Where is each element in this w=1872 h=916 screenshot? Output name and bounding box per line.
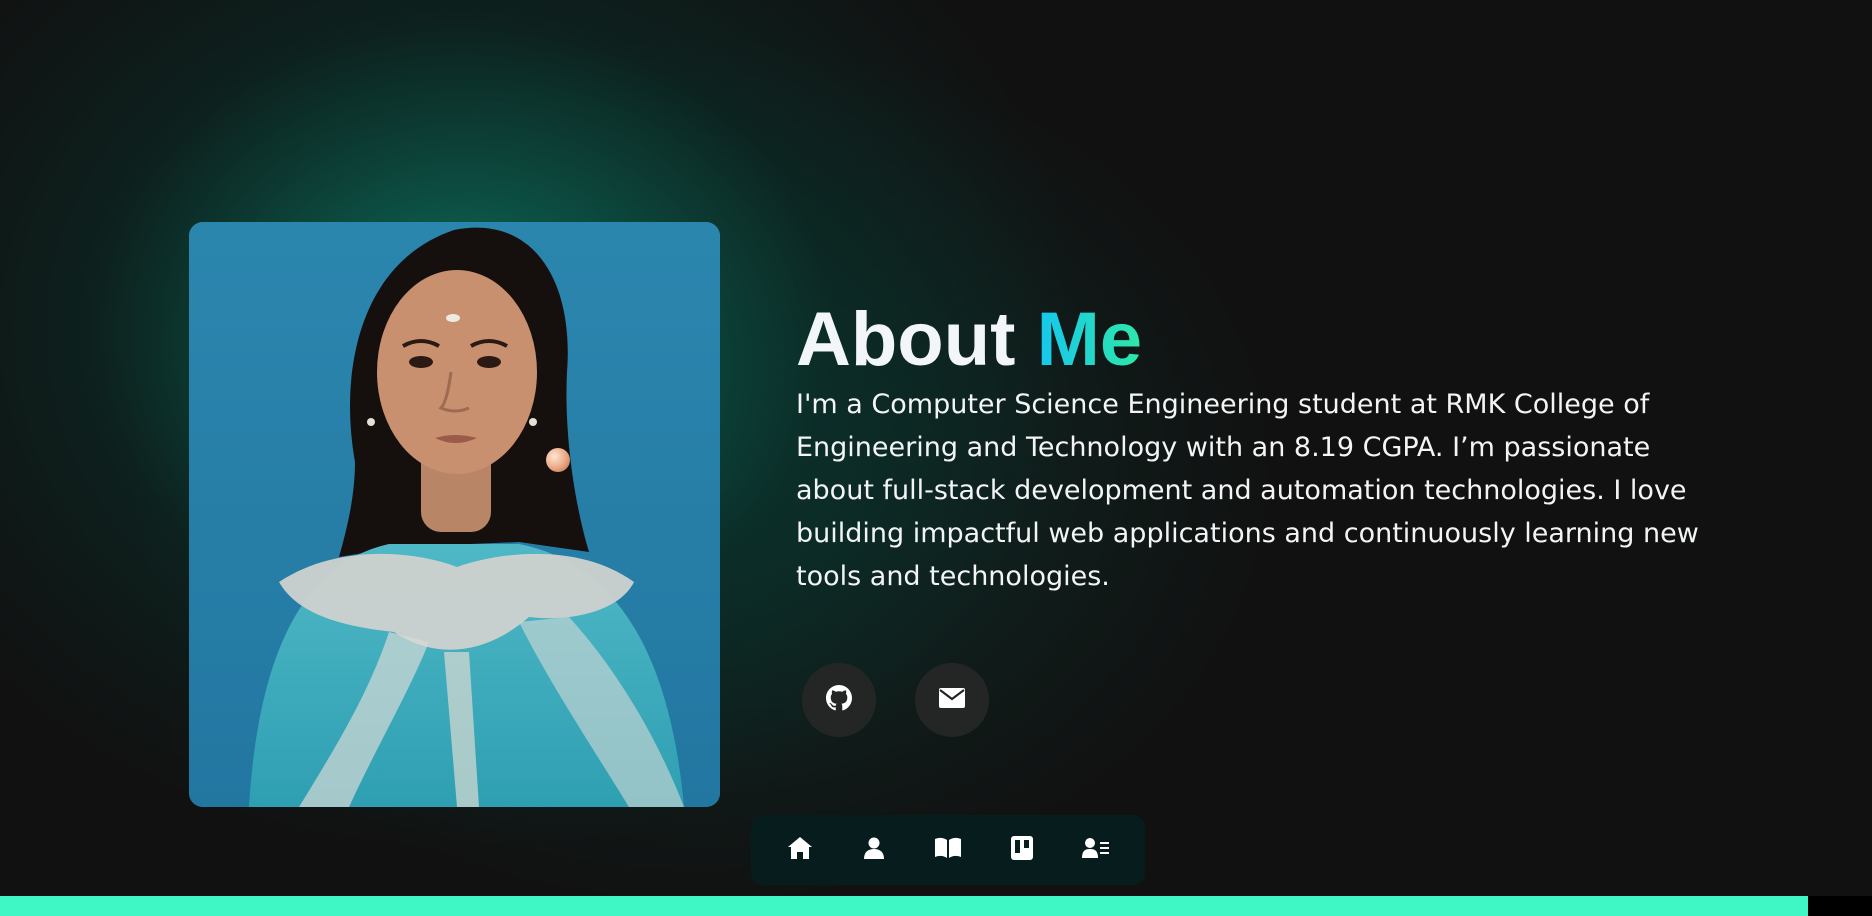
title-accent: Me	[1036, 297, 1143, 382]
book-icon	[934, 837, 962, 863]
dock-item-projects[interactable]	[998, 826, 1046, 874]
user-icon	[863, 837, 885, 863]
profile-photo	[189, 222, 720, 807]
bottom-dock-nav	[751, 815, 1145, 885]
section-title: About Me	[796, 292, 1142, 388]
about-section: About Me I'm a Computer Science Engineer…	[0, 0, 1872, 916]
mail-icon	[939, 688, 965, 712]
github-link-button[interactable]	[802, 663, 876, 737]
email-link-button[interactable]	[915, 663, 989, 737]
projects-icon	[1011, 836, 1033, 864]
scroll-progress-fill	[0, 896, 1809, 916]
cursor-dot	[546, 448, 570, 472]
about-paragraph: I'm a Computer Science Engineering stude…	[796, 389, 1699, 592]
scroll-progress-bar	[0, 896, 1872, 916]
github-icon	[826, 685, 852, 715]
dock-item-education[interactable]	[924, 826, 972, 874]
dock-item-home[interactable]	[776, 826, 824, 874]
dock-item-about[interactable]	[850, 826, 898, 874]
contact-card-icon	[1082, 837, 1110, 863]
dock-item-contact[interactable]	[1072, 826, 1120, 874]
title-main: About	[796, 297, 1037, 382]
home-icon	[787, 836, 813, 864]
